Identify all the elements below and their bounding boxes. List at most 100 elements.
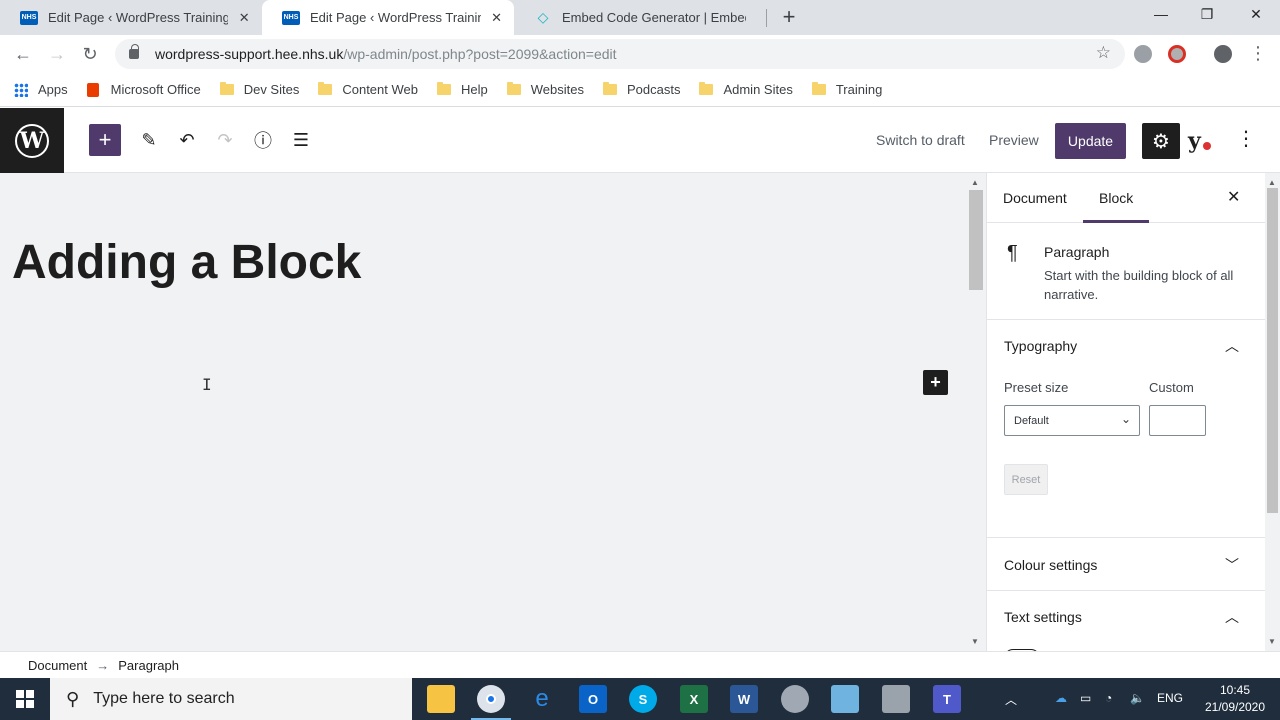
yoast-seo-icon[interactable]: y [1188, 127, 1222, 155]
show-hidden-icons-chevron-icon[interactable]: ︿ [1005, 691, 1017, 708]
minimize-icon[interactable]: — [1151, 6, 1171, 22]
browser-tab-1[interactable]: NHS Edit Page ‹ WordPress Training & ✕ [0, 0, 262, 35]
list-view-icon[interactable]: ☰ [285, 124, 317, 156]
scrollbar-thumb[interactable] [969, 190, 983, 290]
scroll-down-arrow-icon[interactable]: ▼ [971, 637, 979, 646]
bookmark-content-web[interactable]: Content Web [318, 82, 418, 97]
text-settings-panel-toggle[interactable]: Text settings ︿ [987, 591, 1265, 641]
text-cursor-icon: I [202, 375, 212, 394]
undo-icon[interactable]: ↶ [171, 124, 203, 156]
wifi-icon[interactable]: ◔ [1105, 691, 1112, 705]
internet-explorer-icon[interactable]: e [528, 685, 556, 713]
extension-icon[interactable] [1168, 45, 1186, 63]
calculator-icon[interactable] [882, 685, 910, 713]
bookmark-label: Dev Sites [243, 82, 300, 97]
custom-size-input[interactable] [1149, 405, 1206, 436]
folder-icon [318, 82, 333, 95]
wordpress-logo-button[interactable]: W [0, 108, 64, 173]
colour-settings-panel-toggle[interactable]: Colour settings ﹀ [987, 539, 1265, 589]
close-tab-icon[interactable]: ✕ [489, 10, 504, 26]
close-tab-icon[interactable]: ✕ [236, 10, 252, 26]
tab-document[interactable]: Document [1003, 190, 1067, 206]
nhs-favicon-icon: NHS [20, 10, 38, 25]
redo-icon[interactable]: ↷ [209, 124, 241, 156]
back-arrow-icon[interactable]: ← [13, 44, 33, 64]
bookmark-label: Apps [38, 82, 68, 97]
reset-button[interactable]: Reset [1004, 464, 1048, 495]
embed-favicon-icon: ◇ [537, 9, 549, 25]
scroll-up-arrow-icon[interactable]: ▲ [1268, 178, 1276, 187]
bookmark-apps[interactable]: Apps [14, 82, 68, 97]
windows-start-icon[interactable] [16, 690, 34, 708]
settings-sidebar: Document Block ✕ ¶ Paragraph Start with … [986, 173, 1265, 651]
typography-panel-toggle[interactable]: Typography ︿ [987, 320, 1265, 370]
adblock-extension-icon[interactable] [1134, 45, 1152, 63]
nhs-favicon-icon: NHS [282, 10, 300, 25]
file-explorer-icon[interactable] [427, 685, 455, 713]
restore-icon[interactable]: ❐ [1197, 6, 1217, 23]
bookmark-microsoft-office[interactable]: Microsoft Office [86, 82, 201, 97]
office-icon [86, 82, 99, 97]
post-title[interactable]: Adding a Block [12, 235, 361, 290]
new-tab-plus-icon[interactable]: + [778, 6, 800, 28]
edit-pencil-icon[interactable]: ✎ [133, 124, 165, 156]
forward-arrow-icon[interactable]: → [47, 44, 67, 64]
volume-icon[interactable]: 🔈 [1130, 691, 1145, 705]
scrollbar-thumb[interactable] [1267, 188, 1278, 513]
block-name: Paragraph [1044, 244, 1110, 260]
reload-icon[interactable]: ↻ [80, 44, 100, 64]
breadcrumb-paragraph[interactable]: Paragraph [118, 658, 179, 673]
browser-tab-3[interactable]: ◇ Embed Code Generator | Embedly [514, 0, 766, 35]
scroll-down-arrow-icon[interactable]: ▼ [1268, 637, 1276, 646]
inline-block-inserter-plus-icon[interactable]: + [923, 370, 948, 395]
url-input[interactable]: wordpress-support.hee.nhs.uk /wp-admin/p… [115, 39, 1125, 69]
profile-avatar-icon[interactable] [1214, 45, 1232, 63]
outlook-icon[interactable]: O [579, 685, 607, 713]
notes-icon[interactable] [831, 685, 859, 713]
skype-icon[interactable]: S [629, 685, 657, 713]
bookmark-star-icon[interactable]: ☆ [1096, 43, 1111, 63]
preset-size-select[interactable]: Default ⌄ [1004, 405, 1140, 436]
sidebar-scrollbar[interactable]: ▲ ▼ [1265, 173, 1280, 651]
chevron-down-icon: ⌄ [1120, 412, 1131, 426]
bookmark-label: Podcasts [626, 82, 681, 97]
bookmark-help[interactable]: Help [436, 82, 488, 97]
paint-icon[interactable] [781, 685, 809, 713]
onedrive-icon[interactable]: ☁ [1055, 691, 1067, 705]
bookmark-podcasts[interactable]: Podcasts [602, 82, 681, 97]
bookmark-websites[interactable]: Websites [506, 82, 584, 97]
typography-label: Typography [1004, 338, 1078, 354]
more-options-icon[interactable]: ⋮ [1236, 126, 1256, 151]
chrome-menu-icon[interactable]: ⋮ [1248, 43, 1268, 63]
settings-gear-icon[interactable]: ⚙ [1142, 123, 1180, 159]
taskbar-search-input[interactable]: ⚲ Type here to search [50, 678, 412, 720]
word-icon[interactable]: W [730, 685, 758, 713]
window-close-icon[interactable]: ✕ [1246, 6, 1266, 23]
text-settings-label: Text settings [1004, 609, 1082, 625]
bookmark-training[interactable]: Training [811, 82, 883, 97]
browser-tab-2[interactable]: NHS Edit Page ‹ WordPress Training & ✕ [262, 0, 514, 35]
editor-canvas[interactable]: Adding a Block I + [0, 173, 966, 651]
breadcrumb-document[interactable]: Document [28, 658, 87, 673]
bookmark-dev-sites[interactable]: Dev Sites [219, 82, 300, 97]
preview-button[interactable]: Preview [989, 132, 1039, 148]
chrome-icon[interactable] [477, 685, 505, 713]
excel-icon[interactable]: X [680, 685, 708, 713]
tab-block[interactable]: Block [1099, 190, 1133, 206]
bookmark-label: Training [835, 82, 883, 97]
update-button[interactable]: Update [1055, 123, 1126, 159]
language-indicator[interactable]: ENG [1157, 691, 1183, 705]
taskbar-clock[interactable]: 10:45 21/09/2020 [1197, 682, 1273, 716]
battery-icon[interactable]: ▭ [1080, 691, 1091, 705]
close-sidebar-icon[interactable]: ✕ [1227, 187, 1240, 207]
wordpress-logo-icon: W [15, 123, 49, 158]
teams-icon[interactable]: T [933, 685, 961, 713]
chevron-up-icon: ︿ [1225, 609, 1239, 625]
info-icon[interactable]: ⓘ [247, 124, 279, 156]
bookmark-admin-sites[interactable]: Admin Sites [699, 82, 793, 97]
canvas-scrollbar[interactable]: ▲ ▼ [966, 173, 986, 651]
tab-title: Edit Page ‹ WordPress Training & [310, 10, 482, 25]
block-inserter-plus-icon[interactable]: + [89, 124, 121, 156]
switch-to-draft-button[interactable]: Switch to draft [876, 132, 965, 148]
scroll-up-arrow-icon[interactable]: ▲ [971, 178, 979, 187]
